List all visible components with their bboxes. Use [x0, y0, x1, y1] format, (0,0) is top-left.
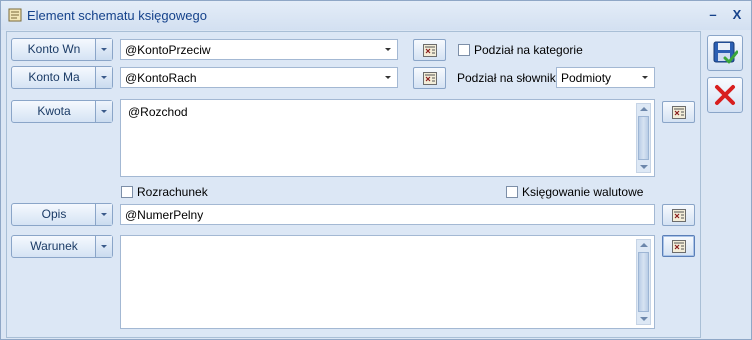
konto-ma-label: Konto Ma	[28, 70, 80, 84]
opis-input[interactable]: @NumerPelny	[120, 204, 655, 225]
formula-editor-icon	[423, 44, 437, 57]
scroll-thumb[interactable]	[638, 116, 649, 160]
form-panel: Konto Wn @KontoPrzeciw Podział na katego…	[6, 31, 701, 338]
rozrachunek-label: Rozrachunek	[137, 185, 208, 199]
kwota-value: @Rozchod	[128, 105, 188, 119]
opis-label: Opis	[41, 207, 67, 221]
opis-button[interactable]: Opis	[11, 203, 113, 226]
checkbox-box[interactable]	[121, 186, 133, 198]
chevron-down-icon[interactable]	[95, 39, 112, 60]
ksiegowanie-walutowe-checkbox[interactable]: Księgowanie walutowe	[506, 184, 646, 200]
app-icon	[8, 8, 22, 22]
window-title: Element schematu księgowego	[27, 8, 207, 23]
kwota-label: Kwota	[37, 104, 71, 118]
podzial-kategorie-label: Podział na kategorie	[474, 43, 583, 57]
save-icon	[713, 41, 738, 64]
chevron-down-icon[interactable]	[95, 204, 112, 225]
konto-wn-value: @KontoPrzeciw	[125, 43, 211, 57]
rozrachunek-checkbox[interactable]: Rozrachunek	[121, 184, 241, 200]
cancel-icon	[715, 85, 735, 105]
dialog-window: Element schematu księgowego – X Konto Wn…	[0, 0, 752, 340]
konto-wn-combo[interactable]: @KontoPrzeciw	[120, 39, 398, 60]
chevron-down-icon[interactable]	[642, 76, 648, 79]
warunek-editor-button[interactable]	[662, 235, 695, 257]
warunek-button[interactable]: Warunek	[11, 235, 113, 258]
podzial-slowniki-label: Podział na słowniki:	[457, 71, 562, 85]
chevron-down-icon[interactable]	[385, 48, 391, 51]
kwota-button[interactable]: Kwota	[11, 100, 113, 123]
konto-wn-button[interactable]: Konto Wn	[11, 38, 113, 61]
konto-ma-value: @KontoRach	[125, 71, 197, 85]
konto-ma-editor-button[interactable]	[413, 67, 446, 89]
scroll-up-icon[interactable]	[640, 107, 648, 111]
podzial-kategorie-checkbox[interactable]: Podział na kategorie	[458, 42, 608, 58]
warunek-textarea[interactable]	[120, 235, 655, 329]
cancel-button[interactable]	[707, 77, 743, 113]
chevron-down-icon[interactable]	[95, 236, 112, 257]
konto-ma-button[interactable]: Konto Ma	[11, 66, 113, 89]
scroll-down-icon[interactable]	[640, 317, 648, 321]
scroll-thumb[interactable]	[638, 252, 649, 312]
formula-editor-icon	[672, 209, 686, 222]
warunek-label: Warunek	[30, 239, 78, 253]
formula-editor-icon	[423, 72, 437, 85]
save-button[interactable]	[707, 35, 743, 71]
minimize-button[interactable]: –	[705, 7, 721, 23]
kwota-scrollbar[interactable]	[636, 103, 651, 173]
ksiegowanie-walutowe-label: Księgowanie walutowe	[522, 185, 644, 199]
kwota-textarea[interactable]: @Rozchod	[120, 99, 655, 177]
checkbox-box[interactable]	[458, 44, 470, 56]
formula-editor-icon	[672, 240, 686, 253]
opis-value: @NumerPelny	[125, 208, 204, 222]
scroll-up-icon[interactable]	[640, 243, 648, 247]
warunek-scrollbar[interactable]	[636, 239, 651, 325]
opis-editor-button[interactable]	[662, 204, 695, 226]
podzial-slowniki-value: Podmioty	[561, 71, 612, 85]
konto-wn-label: Konto Wn	[27, 42, 81, 56]
checkbox-box[interactable]	[506, 186, 518, 198]
konto-ma-combo[interactable]: @KontoRach	[120, 67, 398, 88]
formula-editor-icon	[672, 106, 686, 119]
kwota-editor-button[interactable]	[662, 101, 695, 123]
chevron-down-icon[interactable]	[95, 101, 112, 122]
chevron-down-icon[interactable]	[95, 67, 112, 88]
scroll-down-icon[interactable]	[640, 165, 648, 169]
title-bar: Element schematu księgowego – X	[1, 1, 751, 30]
close-button[interactable]: X	[729, 7, 745, 23]
chevron-down-icon[interactable]	[385, 76, 391, 79]
konto-wn-editor-button[interactable]	[413, 39, 446, 61]
podzial-slowniki-combo[interactable]: Podmioty	[556, 67, 655, 88]
